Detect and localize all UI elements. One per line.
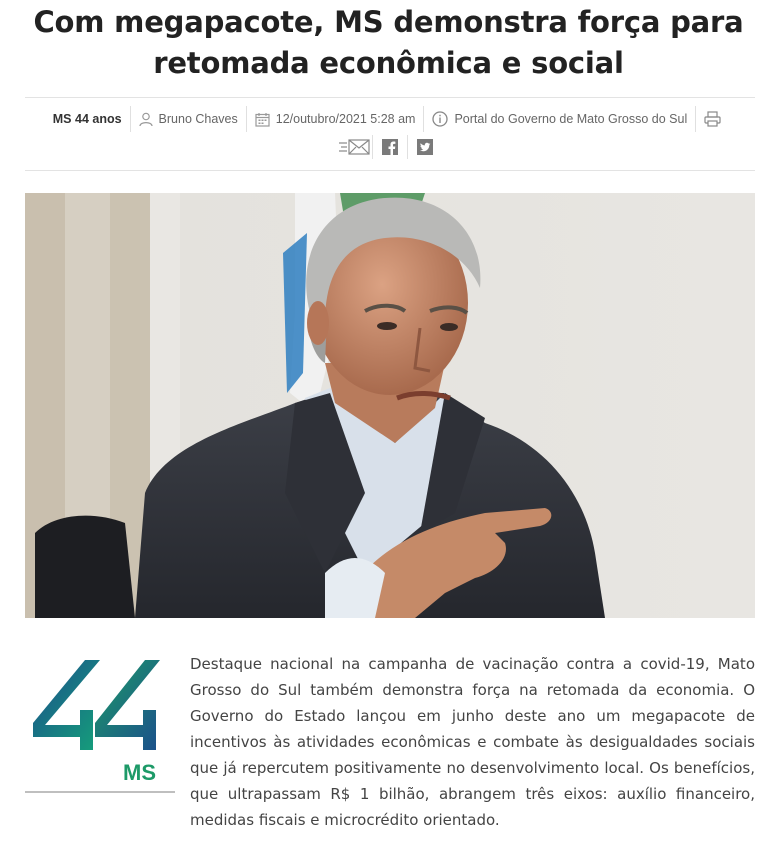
print-button[interactable] bbox=[696, 106, 735, 132]
source-name: Portal do Governo de Mato Grosso do Sul bbox=[454, 112, 688, 126]
author-item: Bruno Chaves bbox=[131, 106, 247, 132]
category-link[interactable]: MS 44 anos bbox=[45, 106, 131, 132]
article-meta-bar: MS 44 anos Bruno Chaves 12/outubro/2021 … bbox=[25, 97, 755, 171]
twitter-icon bbox=[417, 139, 433, 155]
ms-44-logo-graphic: MS bbox=[25, 660, 175, 793]
article-body: Destaque nacional na campanha de vacinaç… bbox=[190, 655, 755, 829]
calendar-icon bbox=[255, 112, 270, 127]
share-row bbox=[25, 135, 755, 159]
meta-row: MS 44 anos Bruno Chaves 12/outubro/2021 … bbox=[25, 106, 755, 132]
info-icon bbox=[432, 111, 449, 127]
user-icon bbox=[138, 112, 153, 126]
governor-photo bbox=[25, 193, 755, 618]
article-photo bbox=[25, 193, 755, 618]
publish-date: 12/outubro/2021 5:28 am bbox=[275, 112, 416, 126]
envelope-icon bbox=[339, 139, 370, 155]
logo-ms-text: MS bbox=[123, 760, 156, 785]
printer-icon bbox=[704, 111, 721, 127]
author-name: Bruno Chaves bbox=[158, 112, 238, 126]
date-item: 12/outubro/2021 5:28 am bbox=[247, 106, 425, 132]
share-email-button[interactable] bbox=[338, 135, 373, 159]
share-twitter-button[interactable] bbox=[408, 135, 442, 159]
source-item: Portal do Governo de Mato Grosso do Sul bbox=[424, 106, 697, 132]
facebook-icon bbox=[382, 139, 398, 155]
category-label: MS 44 anos bbox=[52, 112, 122, 126]
share-facebook-button[interactable] bbox=[373, 135, 408, 159]
article-title: Com megapacote, MS demonstra força para … bbox=[33, 5, 744, 80]
ms-44-logo: MS bbox=[25, 655, 175, 795]
